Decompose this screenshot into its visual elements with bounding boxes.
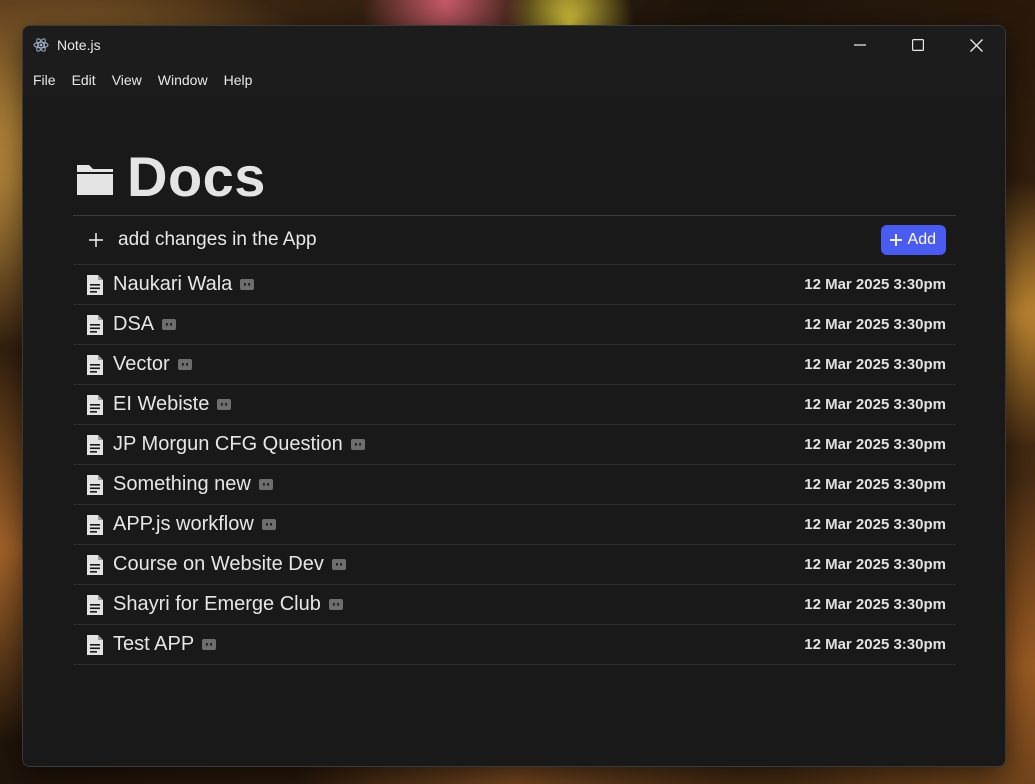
close-icon <box>969 38 983 52</box>
doc-date: 12 Mar 2025 3:30pm <box>804 436 946 453</box>
add-button-label: Add <box>907 231 936 248</box>
doc-name: JP Morgun CFG Question <box>113 433 343 455</box>
electron-icon <box>33 37 49 53</box>
doc-row[interactable]: Vector 12 Mar 2025 3:30pm <box>73 345 956 385</box>
add-button[interactable]: Add <box>880 225 946 255</box>
app-window: Note.js File Edit View Window Help Docs <box>22 25 1006 767</box>
page-header: Docs <box>75 144 266 209</box>
window-controls <box>831 26 1005 64</box>
doc-name: APP.js workflow <box>113 513 254 535</box>
doc-name: EI Webiste <box>113 393 210 415</box>
doc-name: DSA <box>113 313 155 335</box>
menu-edit[interactable]: Edit <box>64 64 104 96</box>
menu-view[interactable]: View <box>104 64 150 96</box>
doc-row[interactable]: Naukari Wala 12 Mar 2025 3:30pm <box>73 265 956 305</box>
doc-date: 12 Mar 2025 3:30pm <box>804 356 946 373</box>
doc-row[interactable]: APP.js workflow 12 Mar 2025 3:30pm <box>73 505 956 545</box>
document-icon <box>86 554 104 576</box>
chat-icon[interactable] <box>201 638 217 652</box>
minimize-button[interactable] <box>831 26 889 64</box>
page-title: Docs <box>127 145 266 208</box>
chat-icon[interactable] <box>216 398 232 412</box>
doc-name: Shayri for Emerge Club <box>113 593 321 615</box>
document-icon <box>86 354 104 376</box>
maximize-button[interactable] <box>889 26 947 64</box>
plus-icon <box>889 233 903 247</box>
doc-list: Naukari Wala 12 Mar 2025 3:30pm DSA 12 M… <box>73 265 956 665</box>
plus-icon <box>86 230 106 250</box>
menu-file[interactable]: File <box>25 64 64 96</box>
document-icon <box>86 514 104 536</box>
doc-row[interactable]: Something new 12 Mar 2025 3:30pm <box>73 465 956 505</box>
doc-row[interactable]: JP Morgun CFG Question 12 Mar 2025 3:30p… <box>73 425 956 465</box>
maximize-icon <box>912 39 924 51</box>
minimize-icon <box>854 44 866 46</box>
document-icon <box>86 634 104 656</box>
close-button[interactable] <box>947 26 1005 64</box>
window-title: Note.js <box>57 37 101 53</box>
doc-row[interactable]: DSA 12 Mar 2025 3:30pm <box>73 305 956 345</box>
chat-icon[interactable] <box>161 318 177 332</box>
doc-date: 12 Mar 2025 3:30pm <box>804 596 946 613</box>
title-bar[interactable]: Note.js <box>23 26 1005 64</box>
document-icon <box>86 594 104 616</box>
document-icon <box>86 314 104 336</box>
doc-name: Test APP <box>113 633 195 655</box>
menu-window[interactable]: Window <box>150 64 216 96</box>
folder-icon <box>77 164 113 195</box>
doc-date: 12 Mar 2025 3:30pm <box>804 396 946 413</box>
menu-bar: File Edit View Window Help <box>23 64 1005 96</box>
doc-name: Course on Website Dev <box>113 553 324 575</box>
document-icon <box>86 274 104 296</box>
chat-icon[interactable] <box>261 518 277 532</box>
doc-row[interactable]: Test APP 12 Mar 2025 3:30pm <box>73 625 956 665</box>
doc-date: 12 Mar 2025 3:30pm <box>804 636 946 653</box>
main-content: Docs Add Naukar <box>23 96 1005 766</box>
doc-date: 12 Mar 2025 3:30pm <box>804 476 946 493</box>
chat-icon[interactable] <box>239 278 255 292</box>
document-icon <box>86 394 104 416</box>
new-doc-input[interactable] <box>118 229 881 251</box>
chat-icon[interactable] <box>258 478 274 492</box>
doc-name: Vector <box>113 353 170 375</box>
doc-date: 12 Mar 2025 3:30pm <box>804 276 946 293</box>
chat-icon[interactable] <box>350 438 366 452</box>
doc-name: Something new <box>113 473 251 495</box>
doc-date: 12 Mar 2025 3:30pm <box>804 516 946 533</box>
document-icon <box>86 474 104 496</box>
chat-icon[interactable] <box>331 558 347 572</box>
chat-icon[interactable] <box>177 358 193 372</box>
document-icon <box>86 434 104 456</box>
new-doc-row: Add <box>73 216 956 265</box>
doc-row[interactable]: EI Webiste 12 Mar 2025 3:30pm <box>73 385 956 425</box>
menu-help[interactable]: Help <box>216 64 261 96</box>
doc-row[interactable]: Shayri for Emerge Club 12 Mar 2025 3:30p… <box>73 585 956 625</box>
doc-date: 12 Mar 2025 3:30pm <box>804 556 946 573</box>
doc-row[interactable]: Course on Website Dev 12 Mar 2025 3:30pm <box>73 545 956 585</box>
chat-icon[interactable] <box>328 598 344 612</box>
doc-date: 12 Mar 2025 3:30pm <box>804 316 946 333</box>
doc-name: Naukari Wala <box>113 273 233 295</box>
